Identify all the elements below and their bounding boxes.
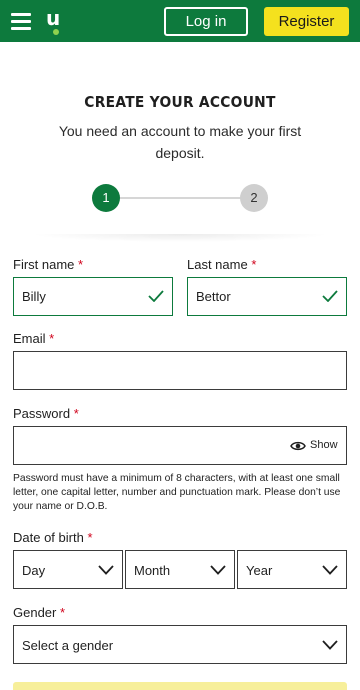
brand-logo[interactable]: u [46,7,66,37]
chevron-down-icon [210,565,226,575]
dob-label-text: Date of birth [13,530,84,545]
chevron-down-icon [322,640,338,650]
last-name-label-text: Last name [187,257,248,272]
page-subtitle: You need an account to make your first d… [58,123,302,161]
logo-dot [53,29,59,35]
dob-month-select[interactable]: Month [125,550,235,589]
chevron-down-icon [98,565,114,575]
gender-label: Gender * [13,605,65,620]
gender-select[interactable]: Select a gender [13,625,347,664]
register-button[interactable]: Register [264,7,349,36]
dob-year-value: Year [246,563,273,578]
stepper-line [120,197,242,199]
required-marker: * [60,605,66,620]
password-hint: Password must have a minimum of 8 charac… [13,473,341,512]
email-label: Email * [13,331,54,346]
dob-label: Date of birth * [13,530,93,545]
required-marker: * [73,406,79,421]
show-password-label: Show [310,439,338,451]
checkmark-icon [148,290,164,302]
last-name-field[interactable]: Bettor [187,277,347,316]
required-marker: * [87,530,93,545]
show-password-toggle[interactable]: Show [290,438,338,454]
email-label-text: Email [13,331,46,346]
required-marker: * [49,331,55,346]
chevron-down-icon [322,565,338,575]
page-title: CREATE YOUR ACCOUNT [84,93,276,111]
last-name-label: Last name * [187,257,256,272]
checkmark-icon [322,290,338,302]
dob-day-select[interactable]: Day [13,550,123,589]
section-divider [30,234,330,242]
password-label: Password * [13,406,79,421]
top-bar: u Log in Register [0,0,360,42]
password-field[interactable]: Show [13,426,347,465]
dob-month-value: Month [134,563,171,578]
step-1-indicator: 1 [92,184,120,212]
gender-placeholder: Select a gender [22,638,114,653]
login-button[interactable]: Log in [164,7,248,36]
continue-button[interactable] [13,682,347,690]
first-name-field[interactable]: Billy [13,277,173,316]
dob-year-select[interactable]: Year [237,550,347,589]
gender-label-text: Gender [13,605,57,620]
last-name-value: Bettor [196,289,231,304]
first-name-label-text: First name [13,257,75,272]
email-field[interactable] [13,351,347,390]
hamburger-icon[interactable] [11,12,31,30]
password-label-text: Password [13,406,71,421]
dob-day-value: Day [22,563,46,578]
eye-icon [290,441,306,451]
logo-letter: u [46,6,61,30]
first-name-value: Billy [22,289,46,304]
required-marker: * [251,257,257,272]
first-name-label: First name * [13,257,83,272]
step-2-indicator: 2 [240,184,268,212]
required-marker: * [78,257,84,272]
